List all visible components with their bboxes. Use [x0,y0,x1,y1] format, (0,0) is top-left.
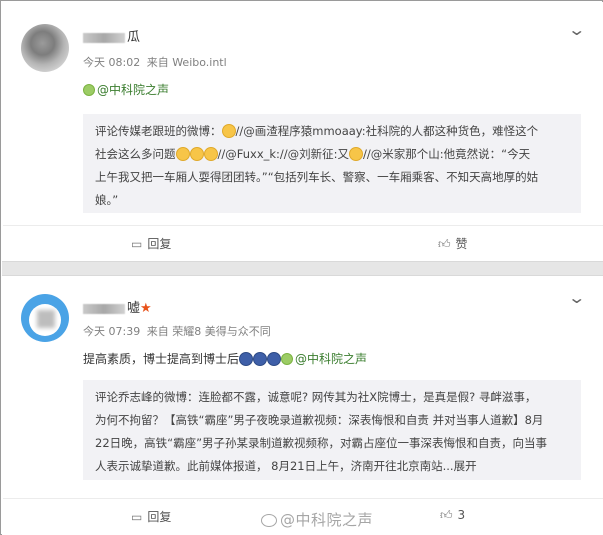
reply-button[interactable]: ▭ 回复 [131,235,171,252]
avatar[interactable] [21,294,69,342]
quote-text: 上午我又把一车厢人耍得团团转。”“包括列车长、警察、一车厢乘客、不知天高地厚的姑 [95,170,539,184]
mention-link[interactable]: @中科院之声 [83,83,169,97]
post-card: 瓜 ⌄ 今天 08:02 来自 Weibo.intl @中科院之声 评论传媒老跟… [2,2,603,261]
avatar[interactable] [21,24,69,72]
username[interactable]: 嘘★ [83,297,152,316]
post-meta: 今天 07:39 来自 荣耀8 美得与众不同 [83,323,274,339]
globe-icon [83,84,95,96]
quote-text: 娘。” [95,193,119,207]
blurred-name [83,303,125,314]
watermark: @中科院之声 [261,509,373,530]
quote-text: 社会这么多问题 [95,147,176,161]
chevron-down-icon[interactable]: ⌄ [567,20,586,39]
blurred-name [83,32,125,43]
emoji-icon [349,147,364,161]
post-card: 嘘★ ⌄ 今天 07:39 来自 荣耀8 美得与众不同 提高素质，博士提高到博士… [2,276,603,535]
reply-button[interactable]: ▭ 回复 [131,508,171,525]
star-icon: ★ [140,301,152,316]
post-source: 来自 Weibo.intl [146,56,227,69]
post-text: @中科院之声 [83,80,169,100]
post-text: 提高素质，博士提高到博士后 @中科院之声 [83,352,368,366]
quote-text: 人表示诚挚道歉。此前媒体报道， 8月21日上午，济南开往北京南站...展开 [95,459,477,473]
emoji-icon [203,147,218,161]
weibo-logo-icon [261,514,277,527]
like-button[interactable]: 👍︎ 赞 [438,235,468,252]
post-divider [2,261,603,276]
quote-author: 评论传媒老跟班的微博： [95,124,222,138]
weibo-feed: 瓜 ⌄ 今天 08:02 来自 Weibo.intl @中科院之声 评论传媒老跟… [0,0,603,535]
chevron-down-icon[interactable]: ⌄ [567,288,586,307]
emoji-icon [221,124,236,138]
quote-text: 为何不拘留？【高铁“霸座”男子夜晚录道歉视频：深表悔恨和自责 并对当事人道歉】8… [95,413,544,427]
thumb-up-icon: 👍︎ [438,237,451,251]
quote-text: 22日晚，高铁“霸座”男子孙某录制道歉视频称，对霸占座位一事深表悔恨和自责，向当… [95,436,548,450]
quote-text: //@米家那个山:他竟然说：“今天 [363,147,531,161]
post-time[interactable]: 今天 07:39 [83,325,140,338]
quoted-post[interactable]: 评论传媒老跟班的微博： //@画渣程序猿mmoaay:社科院的人都这种货色，难怪这… [83,114,581,213]
emoji-icon [175,147,190,161]
username[interactable]: 瓜 [83,26,140,45]
emoji-icon [189,147,204,161]
thumb-up-icon: 👍︎ [440,508,453,522]
globe-icon [281,353,294,365]
quoted-post[interactable]: 评论乔志峰的微博：连脸都不露，诚意呢? 网传其为社X院博士，是真是假? 寻衅滋事… [83,380,581,480]
emoji-icon [267,352,282,366]
emoji-icon [253,352,268,366]
action-bar: ▭ 回复 👍︎ 赞 [3,225,603,261]
post-time[interactable]: 今天 08:02 [83,56,140,69]
like-button[interactable]: 👍︎ 3 [440,508,465,523]
quote-text: //@Fuxx_k://@刘新征:又 [217,147,350,161]
comment-icon: ▭ [131,510,143,524]
mention-link[interactable]: @中科院之声 [281,352,367,366]
post-source: 来自 荣耀8 美得与众不同 [146,325,271,338]
quote-text: 评论乔志峰的微博：连脸都不露，诚意呢? 网传其为社X院博士，是真是假? 寻衅滋事… [95,390,537,404]
post-meta: 今天 08:02 来自 Weibo.intl [83,54,230,70]
quote-text: //@画渣程序猿mmoaay:社科院的人都这种货色，难怪这个 [235,124,539,138]
emoji-icon [239,352,254,366]
comment-icon: ▭ [131,237,143,251]
